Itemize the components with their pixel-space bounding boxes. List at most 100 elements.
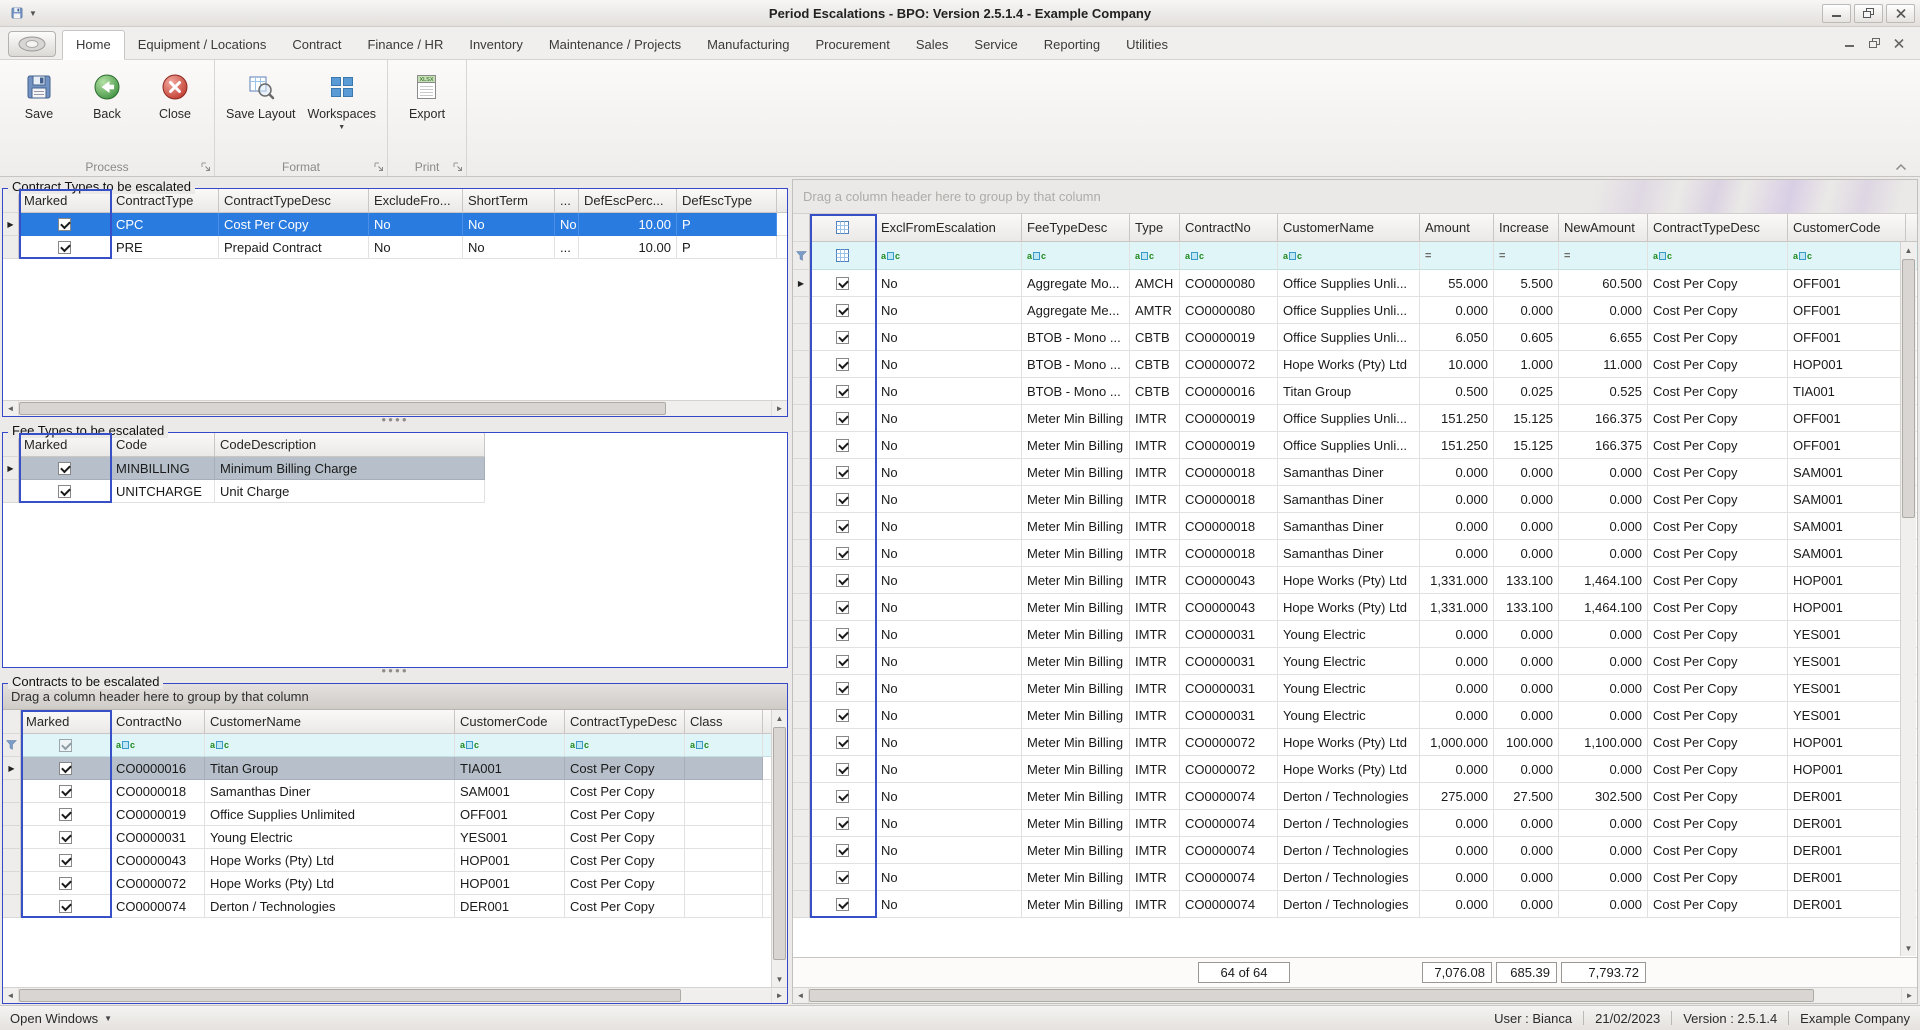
tab-utilities[interactable]: Utilities	[1113, 31, 1181, 59]
abc-filter-icon[interactable]: ac	[1185, 251, 1204, 261]
column-header-codedescription[interactable]: CodeDescription	[215, 433, 485, 457]
filter-cell[interactable]: ac	[111, 734, 205, 757]
tab-manufacturing[interactable]: Manufacturing	[694, 31, 802, 59]
filter-cell[interactable]: ac	[1648, 242, 1788, 270]
table-row[interactable]: No Meter Min Billing IMTR CO0000043 Hope Wor…	[793, 594, 1917, 621]
table-row[interactable]: No Meter Min Billing IMTR CO0000074 Derton /…	[793, 864, 1917, 891]
row-checkbox[interactable]	[836, 600, 849, 614]
table-row[interactable]: CO0000074 Derton / Technologies DER001 Cost…	[3, 895, 771, 918]
table-row[interactable]: No Meter Min Billing IMTR CO0000072 Hope Wor…	[793, 756, 1917, 783]
row-checkbox[interactable]	[836, 627, 849, 641]
abc-filter-icon[interactable]: ac	[210, 740, 229, 750]
dialog-launcher-icon[interactable]	[201, 162, 211, 172]
scroll-right-icon[interactable]: ►	[1901, 988, 1917, 1003]
table-row[interactable]: No BTOB - Mono ... CBTB CO0000072 Hope Works…	[793, 351, 1917, 378]
column-header-amount[interactable]: Amount	[1420, 214, 1494, 242]
scrollbar-thumb[interactable]	[773, 727, 786, 960]
restore-button[interactable]	[1854, 3, 1883, 23]
row-checkbox[interactable]	[59, 876, 72, 890]
row-checkbox[interactable]	[836, 330, 849, 344]
row-checkbox[interactable]	[836, 573, 849, 587]
table-row[interactable]: No Meter Min Billing IMTR CO0000031 Young El…	[793, 621, 1917, 648]
table-row[interactable]: No Meter Min Billing IMTR CO0000072 Hope Wor…	[793, 729, 1917, 756]
mdi-minimize-button[interactable]	[1845, 36, 1855, 51]
row-checkbox[interactable]	[836, 870, 849, 884]
row-checkbox[interactable]	[836, 789, 849, 803]
table-row[interactable]: No Meter Min Billing IMTR CO0000018 Samantha…	[793, 540, 1917, 567]
filter-cell[interactable]: ac	[1180, 242, 1278, 270]
abc-filter-icon[interactable]: ac	[570, 740, 589, 750]
filter-cell[interactable]: =	[1559, 242, 1648, 270]
application-menu-button[interactable]	[8, 31, 56, 57]
select-all-filter-cell[interactable]	[810, 242, 876, 270]
open-windows-button[interactable]: Open Windows ▼	[10, 1011, 112, 1026]
row-checkbox[interactable]	[836, 357, 849, 371]
row-checkbox[interactable]	[836, 735, 849, 749]
table-row[interactable]: ▶ CPC Cost Per Copy No No No 10.00 P	[3, 213, 787, 236]
table-row[interactable]: No Meter Min Billing IMTR CO0000031 Young El…	[793, 702, 1917, 729]
scroll-down-icon[interactable]: ▼	[1901, 940, 1916, 956]
table-row[interactable]: No Meter Min Billing IMTR CO0000031 Young El…	[793, 648, 1917, 675]
escalations-horizontal-scrollbar[interactable]: ◄ ►	[793, 987, 1917, 1003]
row-checkbox[interactable]	[836, 438, 849, 452]
equals-filter-icon[interactable]: =	[1564, 250, 1570, 262]
scrollbar-thumb[interactable]	[1902, 259, 1915, 519]
row-checkbox[interactable]	[836, 654, 849, 668]
abc-filter-icon[interactable]: ac	[881, 251, 900, 261]
table-row[interactable]: ▶ No Aggregate Mo... AMCH CO0000080 Office Su…	[793, 270, 1917, 297]
tab-contract[interactable]: Contract	[279, 31, 354, 59]
table-row[interactable]: UNITCHARGE Unit Charge	[3, 480, 787, 503]
table-row[interactable]: No Meter Min Billing IMTR CO0000031 Young El…	[793, 675, 1917, 702]
table-row[interactable]: CO0000031 Young Electric YES001 Cost Per Co…	[3, 826, 771, 849]
table-row[interactable]: CO0000072 Hope Works (Pty) Ltd HOP001 Cost …	[3, 872, 771, 895]
tab-sales[interactable]: Sales	[903, 31, 962, 59]
table-row[interactable]: CO0000018 Samanthas Diner SAM001 Cost Per C…	[3, 780, 771, 803]
row-checkbox[interactable]	[836, 384, 849, 398]
column-header-defesctype[interactable]: DefEscType	[677, 189, 777, 213]
row-checkbox[interactable]	[836, 762, 849, 776]
row-checkbox[interactable]	[836, 519, 849, 533]
select-all-grid-icon[interactable]	[836, 249, 849, 262]
row-checkbox[interactable]	[836, 708, 849, 722]
table-row[interactable]: No Meter Min Billing IMTR CO0000018 Samantha…	[793, 486, 1917, 513]
row-checkbox[interactable]	[59, 853, 72, 867]
tab-maintenance-projects[interactable]: Maintenance / Projects	[536, 31, 694, 59]
filter-cell[interactable]: ac	[1022, 242, 1130, 270]
equals-filter-icon[interactable]: =	[1499, 250, 1505, 262]
row-checkbox[interactable]	[836, 411, 849, 425]
column-header-type[interactable]: Type	[1130, 214, 1180, 242]
column-header-customername[interactable]: CustomerName	[1278, 214, 1420, 242]
scroll-left-icon[interactable]: ◄	[3, 401, 19, 416]
row-checkbox[interactable]	[836, 465, 849, 479]
row-checkbox[interactable]	[836, 303, 849, 317]
row-checkbox[interactable]	[58, 484, 71, 498]
row-checkbox[interactable]	[59, 784, 72, 798]
column-header-customername[interactable]: CustomerName	[205, 710, 455, 734]
column-header-shortterm[interactable]: ShortTerm	[463, 189, 555, 213]
row-checkbox[interactable]	[59, 738, 72, 752]
tab-service[interactable]: Service	[961, 31, 1030, 59]
scroll-right-icon[interactable]: ►	[771, 401, 787, 416]
column-header-contractno[interactable]: ContractNo	[111, 710, 205, 734]
table-row[interactable]: No Meter Min Billing IMTR CO0000019 Office S…	[793, 432, 1917, 459]
select-all-header[interactable]	[810, 214, 876, 242]
abc-filter-icon[interactable]: ac	[690, 740, 709, 750]
contracts-vertical-scrollbar[interactable]: ▲ ▼	[771, 710, 787, 987]
close-button[interactable]: Close	[142, 66, 208, 124]
scroll-up-icon[interactable]: ▲	[772, 710, 787, 726]
table-row[interactable]: CO0000019 Office Supplies Unlimited OFF001…	[3, 803, 771, 826]
table-row[interactable]: No BTOB - Mono ... CBTB CO0000019 Office Sup…	[793, 324, 1917, 351]
tab-finance-hr[interactable]: Finance / HR	[354, 31, 456, 59]
abc-filter-icon[interactable]: ac	[1027, 251, 1046, 261]
workspaces-button[interactable]: Workspaces ▼	[303, 66, 382, 134]
table-row[interactable]: No Aggregate Me... AMTR CO0000080 Office Sup…	[793, 297, 1917, 324]
filter-cell[interactable]	[21, 734, 111, 757]
tab-procurement[interactable]: Procurement	[802, 31, 902, 59]
column-header-contracttypedesc[interactable]: ContractTypeDesc	[219, 189, 369, 213]
abc-filter-icon[interactable]: ac	[1283, 251, 1302, 261]
equals-filter-icon[interactable]: =	[1425, 250, 1431, 262]
row-checkbox[interactable]	[58, 461, 71, 475]
scroll-left-icon[interactable]: ◄	[3, 988, 19, 1003]
dialog-launcher-icon[interactable]	[453, 162, 463, 172]
scrollbar-thumb[interactable]	[809, 989, 1814, 1002]
